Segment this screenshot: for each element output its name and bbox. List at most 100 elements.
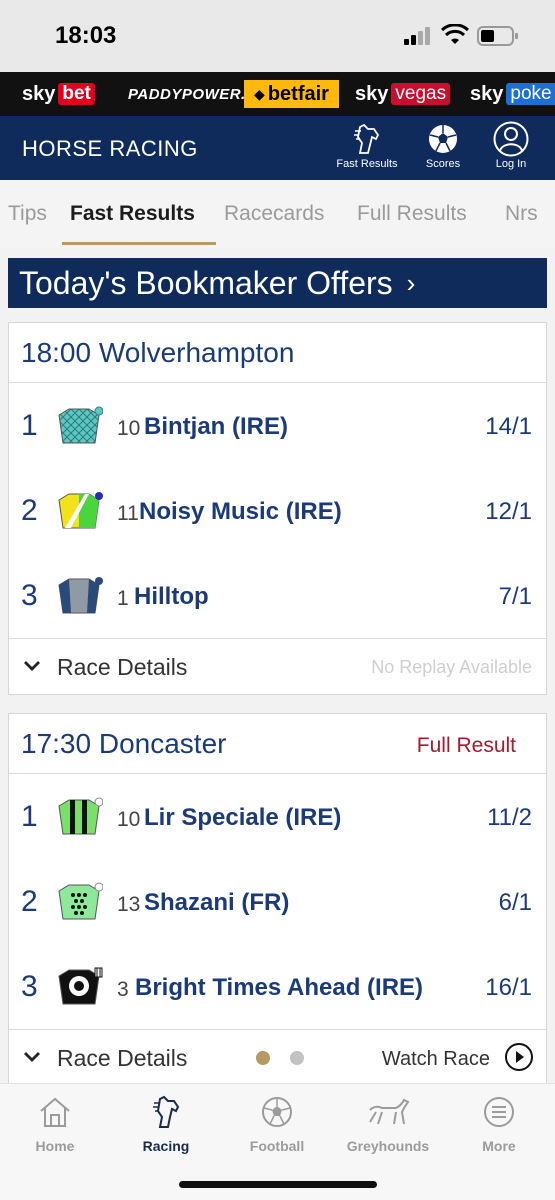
betfair-text: betfair [267, 82, 329, 105]
race-header[interactable]: 18:00 Wolverhampton [9, 323, 546, 383]
betfair-diamond-icon: ◆ [254, 85, 265, 102]
watch-race-button[interactable]: Watch Race [382, 1048, 490, 1071]
home-indicator[interactable] [179, 1181, 377, 1188]
nav-football[interactable]: Football [222, 1094, 332, 1154]
chevron-down-icon[interactable] [21, 1046, 43, 1068]
carousel-dot-active[interactable] [256, 1051, 270, 1065]
play-icon[interactable] [504, 1042, 534, 1072]
skypoker-sky-text: sky [470, 82, 504, 105]
runner-name: Lir Speciale (IRE) [144, 804, 342, 831]
skybet-sky-text: sky [22, 82, 56, 105]
section-tabs: Tips Fast Results Racecards Full Results… [0, 180, 555, 248]
skyvegas-vegas-text: vegas [391, 83, 451, 105]
runner-number: 11 [117, 502, 139, 525]
tab-fast-results[interactable]: Fast Results [70, 202, 195, 226]
runner-position: 3 [21, 579, 38, 612]
signal-icon [404, 27, 430, 45]
runner-row[interactable]: 2 13 Shazani (FR) 6/1 [9, 859, 546, 944]
betfair-logo[interactable]: ◆ betfair [244, 80, 339, 108]
skybet-logo[interactable]: sky bet [22, 80, 95, 108]
runner-odds: 12/1 [485, 498, 532, 525]
runner-number: 3 [117, 978, 129, 1001]
home-icon [40, 1097, 70, 1127]
nav-more[interactable]: More [444, 1094, 554, 1154]
runner-number: 13 [117, 893, 141, 916]
tab-nrs[interactable]: Nrs [505, 202, 538, 226]
race-details-row: Race Details No Replay Available [9, 638, 546, 694]
status-time: 18:03 [55, 22, 117, 49]
fast-results-button[interactable]: Fast Results [327, 122, 407, 176]
football-icon [262, 1097, 292, 1127]
runner-odds: 6/1 [498, 889, 532, 916]
skypoker-poker-text: poke [506, 83, 555, 105]
runner-odds: 16/1 [485, 974, 532, 1001]
race-card: 18:00 Wolverhampton 1 10 Bintjan (IRE) 1… [8, 322, 547, 695]
tab-racecards[interactable]: Racecards [224, 202, 324, 226]
jockey-silk-icon [58, 882, 103, 920]
runner-name: Bright Times Ahead (IRE) [135, 974, 424, 1001]
runner-position: 1 [21, 800, 38, 833]
runner-position: 3 [21, 970, 38, 1003]
nav-home[interactable]: Home [0, 1094, 110, 1154]
no-replay-label: No Replay Available [371, 657, 532, 677]
horse-head-icon [354, 123, 380, 154]
user-icon [493, 121, 529, 157]
race-details-toggle[interactable]: Race Details [57, 1045, 187, 1072]
menu-icon [484, 1097, 514, 1127]
app-screen: 18:03 sky bet PADDYPOWER. ◆ betfair sky … [0, 0, 555, 1200]
nav-greyhounds-label: Greyhounds [346, 1138, 430, 1154]
jockey-silk-icon [58, 492, 103, 529]
chevron-right-icon: › [406, 267, 416, 298]
runner-name: Shazani (FR) [144, 889, 290, 916]
runner-number: 1 [117, 587, 129, 610]
nav-home-label: Home [35, 1138, 75, 1154]
jockey-silk-icon [58, 577, 103, 614]
jockey-silk-icon [58, 967, 103, 1005]
runner-row[interactable]: 1 10 Bintjan (IRE) 14/1 [9, 383, 546, 468]
chevron-down-icon[interactable] [21, 655, 43, 677]
skybet-bet-text: bet [58, 83, 95, 105]
carousel-dot[interactable] [290, 1051, 305, 1065]
battery-icon [477, 26, 518, 46]
runner-number: 10 [117, 808, 141, 831]
nav-racing[interactable]: Racing [111, 1094, 221, 1154]
tab-tips[interactable]: Tips [8, 202, 47, 226]
wifi-icon [441, 24, 469, 44]
nav-greyhounds[interactable]: Greyhounds [333, 1094, 443, 1154]
runner-name: Bintjan (IRE) [144, 413, 288, 440]
runner-row[interactable]: 3 3 Bright Times Ahead (IRE) 16/1 [9, 944, 546, 1029]
page-title: HORSE RACING [22, 136, 198, 161]
runner-name: Hilltop [134, 583, 209, 610]
active-tab-indicator [62, 242, 216, 245]
runner-position: 2 [21, 885, 38, 918]
nav-football-label: Football [249, 1138, 305, 1154]
login-label: Log In [495, 158, 527, 170]
nav-racing-label: Racing [142, 1138, 190, 1154]
status-bar: 18:03 [0, 0, 555, 72]
race-details-toggle[interactable]: Race Details [57, 654, 187, 681]
runner-row[interactable]: 2 11 Noisy Music (IRE) 12/1 [9, 468, 546, 553]
race-header[interactable]: 17:30 Doncaster Full Result [9, 714, 546, 774]
jockey-silk-icon [58, 797, 103, 835]
tab-full-results[interactable]: Full Results [357, 202, 467, 226]
skyvegas-sky-text: sky [355, 82, 389, 105]
login-button[interactable]: Log In [471, 121, 551, 176]
carousel-dots [256, 1051, 320, 1070]
skyvegas-logo[interactable]: sky vegas [355, 80, 451, 108]
runner-odds: 14/1 [485, 413, 532, 440]
runner-row[interactable]: 1 10 Lir Speciale (IRE) 11/2 [9, 774, 546, 859]
fast-results-label: Fast Results [336, 158, 398, 170]
skypoker-logo[interactable]: sky poke [470, 80, 555, 108]
paddypower-logo[interactable]: PADDYPOWER. [128, 80, 246, 108]
full-result-link[interactable]: Full Result [417, 734, 516, 758]
greyhound-icon [369, 1098, 410, 1125]
bookmaker-offers-banner[interactable]: Today's Bookmaker Offers › [8, 258, 547, 308]
runner-row[interactable]: 3 1 Hilltop 7/1 [9, 553, 546, 638]
jockey-silk-icon [58, 406, 103, 444]
horse-icon [153, 1095, 180, 1128]
app-header: HORSE RACING Fast Results Scores Log In [0, 116, 555, 180]
runner-odds: 11/2 [487, 804, 532, 831]
runner-odds: 7/1 [498, 583, 532, 610]
brand-strip: sky bet PADDYPOWER. ◆ betfair sky vegas … [0, 72, 555, 116]
football-icon [429, 125, 457, 153]
